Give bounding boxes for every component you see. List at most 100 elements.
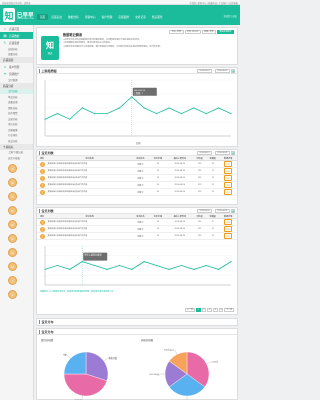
view-report-button[interactable]: 查看全部报告 xyxy=(216,30,234,34)
data-point[interactable] xyxy=(44,118,46,120)
data-point[interactable] xyxy=(44,268,46,270)
detail-button[interactable]: 详情 xyxy=(219,218,237,226)
product-trend-date-to[interactable]: 2016-08-31 xyxy=(214,209,230,213)
data-point[interactable] xyxy=(218,107,220,109)
nav-item-decor[interactable]: 店铺装修 xyxy=(115,14,132,20)
data-point[interactable] xyxy=(81,107,83,109)
data-point[interactable] xyxy=(193,268,195,270)
avatar[interactable]: A xyxy=(8,163,17,173)
table-row[interactable]: 宝夏季新款女装韩版修身显瘦短袖连衣裙气质百搭 出售中 99 2016-08-14 123… xyxy=(37,232,237,240)
table-row[interactable]: 宝夏季新款女装韩版修身显瘦短袖连衣裙气质百搭 出售中 99 2016-08-14 123… xyxy=(37,181,237,189)
trend-cell-2: 出售中 xyxy=(131,225,150,233)
table-row[interactable]: 宝夏季新款女装韩版修身显瘦短袖连衣裙气质百搭 出售中 99 2016-08-14 123… xyxy=(37,188,237,196)
table-row[interactable]: 宝夏季新款女装韩版修身显瘦短袖连衣裙气质百搭 出售中 99 2016-08-14 123… xyxy=(37,160,237,168)
data-point[interactable] xyxy=(168,268,170,270)
filter-data[interactable]: 数据: 全部 xyxy=(201,30,216,34)
page-button-1[interactable]: 1 xyxy=(195,308,201,312)
data-point[interactable] xyxy=(205,264,207,267)
data-point[interactable] xyxy=(118,107,120,109)
avatar[interactable]: J xyxy=(8,289,17,299)
nav-item-shop[interactable]: 店铺后台 xyxy=(48,14,65,20)
data-point[interactable] xyxy=(143,261,145,263)
product-date-from[interactable]: 2016-08-01 xyxy=(196,151,213,155)
data-point[interactable] xyxy=(56,264,58,267)
table-row[interactable]: 宝夏季新款女装韩版修身显瘦短袖连衣裙气质百搭 出售中 99 2016-08-14 123… xyxy=(37,225,237,233)
user-links[interactable]: 欢迎您 | 退出 xyxy=(224,14,237,18)
avatar[interactable]: I xyxy=(8,275,17,285)
product-thumb: 宝 xyxy=(37,174,48,182)
nav-item-marketing[interactable]: 营销中心 xyxy=(82,14,99,20)
data-point[interactable] xyxy=(193,107,195,109)
detail-button[interactable]: 详情 xyxy=(219,225,237,233)
trend-title: 上新趋势图 xyxy=(39,68,57,73)
page-button-6[interactable]: 下一页 xyxy=(224,308,234,312)
sidebar-item-1[interactable]: ▤ 店铺数据 xyxy=(0,32,33,39)
page-button-5[interactable]: 5 xyxy=(218,308,224,312)
avatar[interactable]: C xyxy=(8,191,17,201)
avatar[interactable]: H xyxy=(8,261,17,271)
data-point[interactable] xyxy=(156,113,158,115)
data-point[interactable] xyxy=(131,268,133,270)
product-date-to[interactable]: 2016-08-31 xyxy=(214,151,230,155)
data-point[interactable] xyxy=(69,268,71,270)
nav-item-data[interactable]: 数据分析 xyxy=(65,14,82,20)
page-button-2[interactable]: 2 xyxy=(201,308,207,312)
avatar[interactable]: F xyxy=(8,233,17,243)
sidebar-item-label: 买家画像 xyxy=(8,128,18,132)
table-row[interactable]: 宝夏季新款女装韩版修身显瘦短袖连衣裙气质百搭 出售中 99 2016-08-14 123… xyxy=(37,174,237,182)
product-cell-3: 99 xyxy=(149,174,167,182)
nav-item-trades[interactable]: 交易记录 xyxy=(132,14,149,20)
data-point[interactable] xyxy=(156,264,158,267)
trend-date-from[interactable]: 2016-08-01 xyxy=(196,69,213,73)
detail-button[interactable]: 详情 xyxy=(219,181,237,189)
nav-item-service[interactable]: 售后服务 xyxy=(149,14,166,20)
sidebar-item-2[interactable]: ✎ 店铺装修 xyxy=(0,39,33,46)
page-button-0[interactable]: 上一页 xyxy=(185,308,195,312)
data-point[interactable] xyxy=(168,107,170,109)
nav-item-home[interactable]: 首页 xyxy=(37,14,49,20)
detail-button[interactable]: 详情 xyxy=(219,167,237,175)
detail-button[interactable]: 详情 xyxy=(219,188,237,196)
avatar[interactable]: G xyxy=(8,247,17,257)
product-name: 夏季新款女装韩版修身显瘦短袖连衣裙气质百搭 xyxy=(47,218,132,226)
calendar-icon[interactable]: ▦ xyxy=(231,209,235,213)
detail-button[interactable]: 详情 xyxy=(219,174,237,182)
data-point[interactable] xyxy=(230,113,232,115)
logo[interactable]: 知 xyxy=(3,8,15,22)
table-row[interactable]: 宝夏季新款女装韩版修身显瘦短袖连衣裙气质百搭 出售中 99 2016-08-14 123… xyxy=(37,167,237,175)
detail-button[interactable]: 详情 xyxy=(219,160,237,168)
page-button-3[interactable]: 3 xyxy=(207,308,212,312)
data-point[interactable] xyxy=(106,113,108,115)
data-point[interactable] xyxy=(106,268,108,270)
home-icon: ⌂ xyxy=(3,26,7,31)
avatar[interactable]: B xyxy=(8,177,17,187)
data-point[interactable] xyxy=(94,113,96,115)
data-point[interactable] xyxy=(180,264,182,267)
sidebar-item-0[interactable]: ⌂ 店铺首页 xyxy=(0,25,33,32)
sidebar-item-label: 竞品分析 xyxy=(8,139,18,143)
trend-date-to[interactable]: 2016-08-31 xyxy=(214,69,230,73)
detail-button[interactable]: 详情 xyxy=(219,232,237,240)
sidebar-item-6[interactable]: ☺ 客户管理 xyxy=(0,63,33,70)
table-row[interactable]: 宝夏季新款女装韩版修身显瘦短袖连衣裙气质百搭 出售中 99 2016-08-14 123… xyxy=(37,218,237,226)
page-button-4[interactable]: 4 xyxy=(212,308,218,312)
data-point[interactable] xyxy=(143,107,145,109)
data-point[interactable] xyxy=(230,261,232,263)
product-thumb: 宝 xyxy=(37,160,48,168)
data-point[interactable] xyxy=(118,264,120,267)
data-point[interactable] xyxy=(205,113,207,115)
filter-item[interactable]: 宝贝: 全部 xyxy=(169,30,184,34)
data-point[interactable] xyxy=(56,113,58,115)
sidebar-item-7[interactable]: ✦ 营销推广 xyxy=(0,70,33,77)
filter-time[interactable]: 时间: 近30天 xyxy=(184,30,201,34)
data-point[interactable] xyxy=(218,268,220,270)
calendar-icon[interactable]: ▦ xyxy=(231,69,235,73)
calendar-icon[interactable]: ▦ xyxy=(231,151,235,155)
data-point[interactable] xyxy=(180,113,182,115)
data-point[interactable] xyxy=(94,264,96,267)
nav-item-customers[interactable]: 客户管理 xyxy=(99,14,116,20)
avatar[interactable]: D xyxy=(8,205,17,215)
product-trend-date-from[interactable]: 2016-08-01 xyxy=(196,209,213,213)
data-point[interactable] xyxy=(69,118,71,120)
avatar[interactable]: E xyxy=(8,219,17,229)
